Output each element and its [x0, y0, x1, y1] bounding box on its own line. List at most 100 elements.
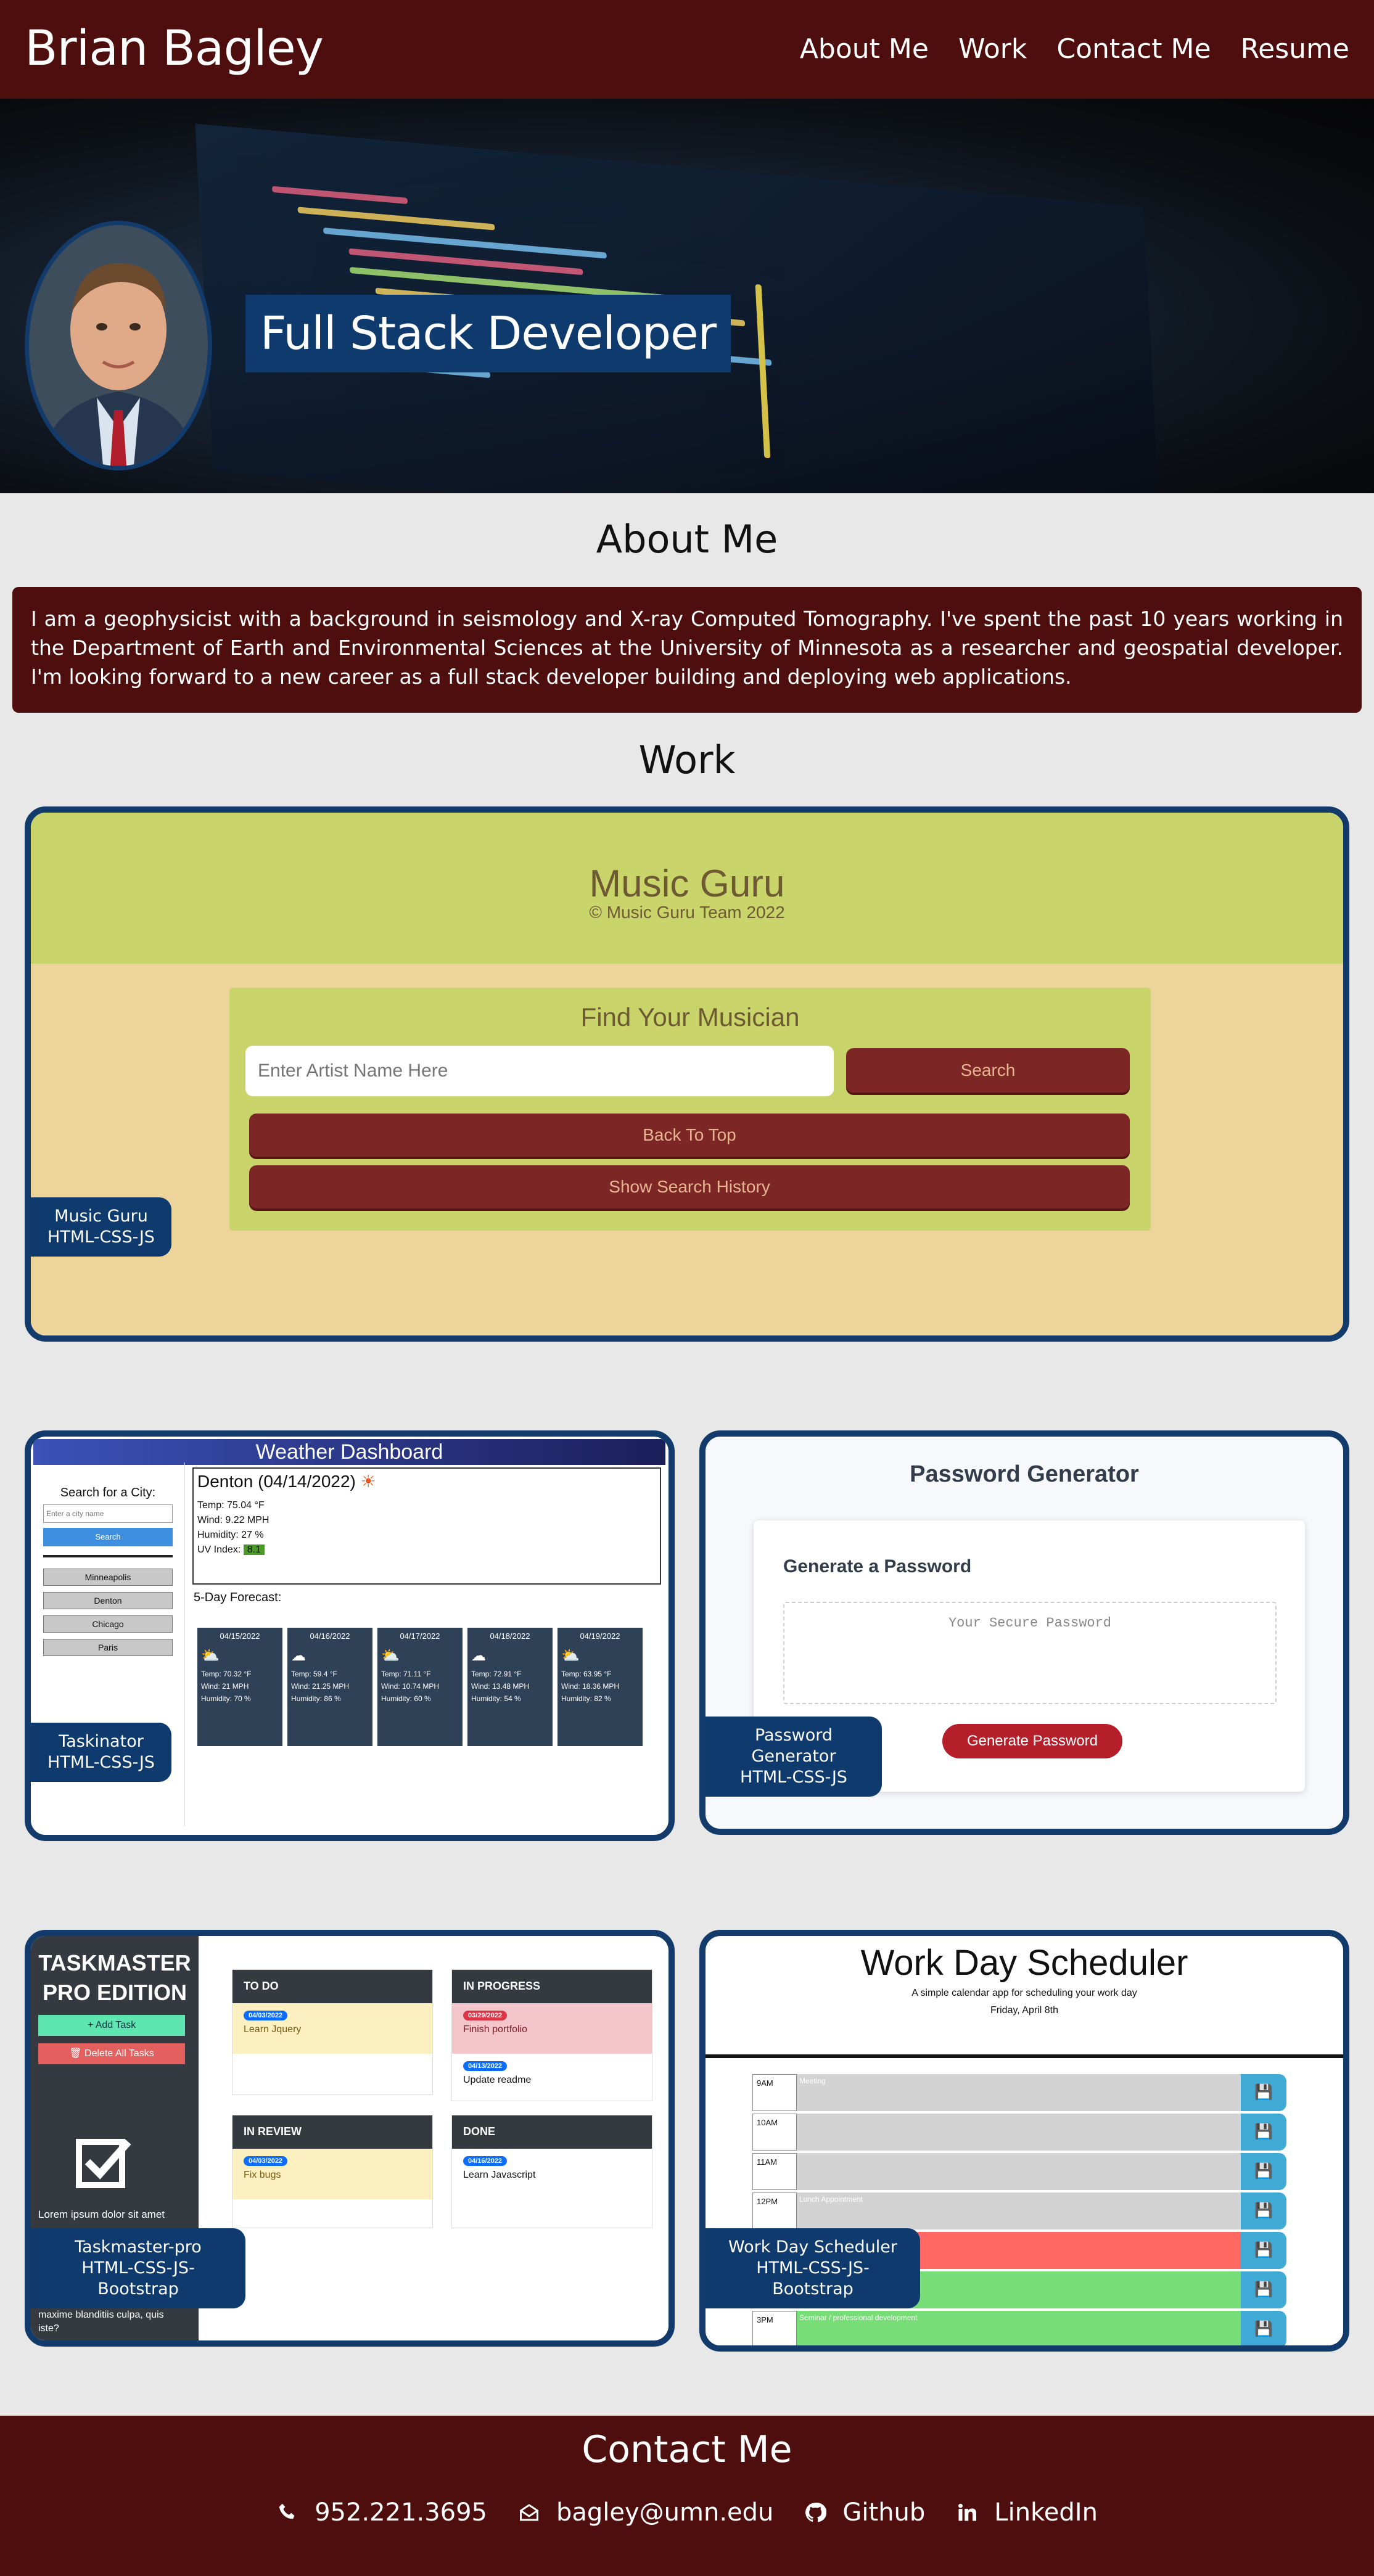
- show-history-button[interactable]: Show Search History: [249, 1165, 1130, 1208]
- project-card-password-generator[interactable]: Password Generator Generate a Password Y…: [699, 1430, 1349, 1835]
- nav-about-me[interactable]: About Me: [800, 33, 929, 65]
- about-text: I am a geophysicist with a background in…: [12, 587, 1362, 713]
- project-tag-music-guru[interactable]: Music Guru HTML-CSS-JS: [31, 1197, 171, 1257]
- password-title: Password Generator: [910, 1461, 1139, 1487]
- find-musician-label: Find Your Musician: [580, 1003, 800, 1032]
- plus-icon: +: [87, 2020, 94, 2030]
- email-link[interactable]: bagley@umn.edu: [518, 2498, 773, 2527]
- project-tech: HTML-CSS-JS-Bootstrap: [756, 2258, 870, 2299]
- time-block-row: 11AM 💾: [752, 2153, 1286, 2190]
- linkedin-icon: [958, 2503, 977, 2521]
- task-item[interactable]: 04/03/2022 Fix bugs: [232, 2149, 432, 2199]
- music-search-button[interactable]: Search: [846, 1048, 1130, 1093]
- cloud-sun-icon: ⛅: [201, 1647, 220, 1664]
- scheduler-date: Friday, April 8th: [990, 2005, 1058, 2016]
- save-icon: 💾: [1254, 2202, 1273, 2219]
- project-name: Taskmaster-pro: [75, 2238, 202, 2257]
- event-textarea[interactable]: Seminar / professional development: [797, 2311, 1241, 2345]
- cloud-icon: ☁: [471, 1647, 486, 1664]
- city-search-button[interactable]: Search: [43, 1528, 173, 1546]
- nav-contact-me[interactable]: Contact Me: [1056, 33, 1211, 65]
- column-header: IN PROGRESS: [452, 1970, 652, 2003]
- delete-all-button[interactable]: 🗑 Delete All Tasks: [38, 2043, 185, 2064]
- phone-icon: [279, 2503, 295, 2519]
- project-tag-taskinator[interactable]: Taskinator HTML-CSS-JS: [31, 1723, 171, 1782]
- profile-photo: [25, 221, 212, 470]
- city-search-label: Search for a City:: [60, 1486, 156, 1499]
- hour-label: 12PM: [752, 2192, 797, 2229]
- forecast-card: 04/15/2022 ⛅ Temp: 70.32 °F Wind: 21 MPH…: [197, 1628, 282, 1746]
- github-icon: [805, 2503, 827, 2522]
- hero-banner: Full Stack Developer: [0, 99, 1374, 493]
- project-card-taskinator[interactable]: Weather Dashboard Search for a City: Sea…: [25, 1430, 675, 1841]
- sun-icon: ☀: [360, 1472, 376, 1491]
- project-card-music-guru[interactable]: Music Guru © Music Guru Team 2022 Find Y…: [25, 806, 1349, 1342]
- city-history-item[interactable]: Minneapolis: [43, 1569, 173, 1586]
- save-icon: 💾: [1254, 2084, 1273, 2101]
- save-button[interactable]: 💾: [1241, 2232, 1286, 2269]
- event-textarea[interactable]: [797, 2153, 1241, 2190]
- task-item[interactable]: 03/29/2022 Finish portfolio: [452, 2003, 652, 2054]
- about-heading: About Me: [596, 517, 778, 562]
- contact-links: 952.221.3695 bagley@umn.edu Github Linke…: [0, 2498, 1374, 2527]
- project-card-work-day-scheduler[interactable]: Work Day Scheduler A simple calendar app…: [699, 1930, 1349, 2352]
- music-guru-header: Music Guru © Music Guru Team 2022: [31, 813, 1343, 964]
- time-block-row: 12PM Lunch Appointment 💾: [752, 2192, 1286, 2229]
- linkedin-link[interactable]: LinkedIn: [956, 2498, 1098, 2527]
- time-block-row: 10AM 💾: [752, 2114, 1286, 2151]
- task-item[interactable]: 04/16/2022 Learn Javascript: [452, 2149, 652, 2199]
- phone-link[interactable]: 952.221.3695: [276, 2498, 487, 2527]
- main-nav: About Me Work Contact Me Resume: [800, 33, 1349, 65]
- current-city: Denton (04/14/2022): [197, 1472, 356, 1491]
- music-guru-search-panel: Find Your Musician Search Back To Top Sh…: [229, 988, 1151, 1231]
- trash-icon: 🗑: [69, 2048, 82, 2059]
- generate-password-button[interactable]: Generate Password: [942, 1724, 1122, 1758]
- column-header: TO DO: [232, 1970, 432, 2003]
- task-column-done: DONE 04/16/2022 Learn Javascript: [451, 2115, 652, 2228]
- save-button[interactable]: 💾: [1241, 2192, 1286, 2229]
- save-button[interactable]: 💾: [1241, 2074, 1286, 2111]
- save-button[interactable]: 💾: [1241, 2311, 1286, 2345]
- artist-search-input[interactable]: [245, 1046, 834, 1096]
- add-task-button[interactable]: + Add Task: [38, 2015, 185, 2036]
- password-output[interactable]: Your Secure Password: [783, 1602, 1277, 1704]
- uv-badge: 8.1: [243, 1544, 265, 1555]
- project-tech: HTML-CSS-JS: [47, 1753, 155, 1772]
- save-icon: 💾: [1254, 2163, 1273, 2180]
- project-tag-password-generator[interactable]: Password Generator HTML-CSS-JS: [706, 1717, 882, 1797]
- hero-title: Full Stack Developer: [245, 295, 731, 372]
- task-item[interactable]: 04/03/2022 Learn Jquery: [232, 2003, 432, 2054]
- save-icon: 💾: [1254, 2123, 1273, 2140]
- save-button[interactable]: 💾: [1241, 2114, 1286, 2151]
- work-heading: Work: [638, 737, 736, 782]
- cloud-icon: ☁: [291, 1647, 306, 1664]
- nav-resume[interactable]: Resume: [1241, 33, 1349, 65]
- project-name: Music Guru: [54, 1207, 148, 1226]
- save-button[interactable]: 💾: [1241, 2271, 1286, 2308]
- city-history-item[interactable]: Paris: [43, 1639, 173, 1656]
- project-card-taskmaster-pro[interactable]: TASKMASTER PRO EDITION + Add Task 🗑 Dele…: [25, 1930, 675, 2347]
- generate-heading: Generate a Password: [783, 1556, 972, 1577]
- event-textarea[interactable]: Meeting: [797, 2074, 1241, 2111]
- project-tech: HTML-CSS-JS: [47, 1228, 155, 1247]
- forecast-card: 04/17/2022 ⛅ Temp: 71.11 °F Wind: 10.74 …: [377, 1628, 463, 1746]
- envelope-open-icon: [519, 2504, 538, 2521]
- nav-work[interactable]: Work: [958, 33, 1027, 65]
- city-history-item[interactable]: Denton: [43, 1592, 173, 1609]
- cloud-sun-icon: ⛅: [561, 1647, 580, 1664]
- city-history-item[interactable]: Chicago: [43, 1615, 173, 1633]
- taskmaster-lorem: Lorem ipsum dolor sit amet: [38, 2209, 165, 2220]
- task-item[interactable]: 04/13/2022 Update readme: [452, 2054, 652, 2102]
- save-button[interactable]: 💾: [1241, 2153, 1286, 2190]
- brand-name[interactable]: Brian Bagley: [25, 21, 324, 76]
- github-link[interactable]: Github: [804, 2498, 925, 2527]
- project-tag-work-day-scheduler[interactable]: Work Day Scheduler HTML-CSS-JS-Bootstrap: [706, 2228, 920, 2308]
- column-header: IN REVIEW: [232, 2115, 432, 2149]
- project-tech: HTML-CSS-JS-Bootstrap: [81, 2258, 195, 2299]
- back-to-top-button[interactable]: Back To Top: [249, 1114, 1130, 1157]
- city-input[interactable]: [43, 1504, 173, 1523]
- project-name: Password Generator: [751, 1726, 836, 1766]
- project-tag-taskmaster-pro[interactable]: Taskmaster-pro HTML-CSS-JS-Bootstrap: [31, 2228, 245, 2308]
- event-textarea[interactable]: Lunch Appointment: [797, 2192, 1241, 2229]
- event-textarea[interactable]: [797, 2114, 1241, 2151]
